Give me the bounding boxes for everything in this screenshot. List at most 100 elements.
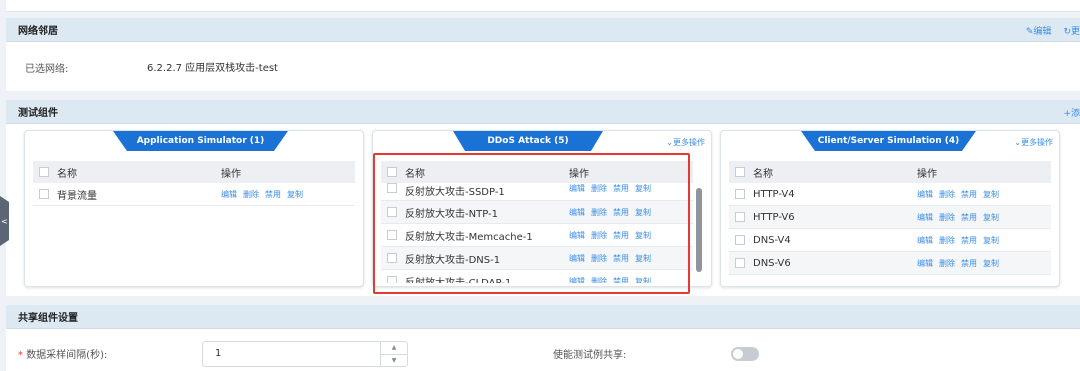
edit-button[interactable]: 编辑 xyxy=(569,276,585,284)
card-tab[interactable]: Client/Server Simulation (4) xyxy=(801,131,976,151)
component-name: DNS-V4 xyxy=(753,234,791,246)
ops-column-header: 操作 xyxy=(569,168,589,180)
disable-button[interactable]: 禁用 xyxy=(961,235,977,246)
refresh-network-button[interactable]: ↻更 xyxy=(1063,24,1080,37)
row-checkbox[interactable] xyxy=(387,207,397,217)
sampling-interval-value[interactable]: 1 xyxy=(215,348,221,359)
ops-column-header: 操作 xyxy=(917,168,937,180)
edit-button[interactable]: 编辑 xyxy=(569,183,585,194)
enable-share-label: 使能测试例共享: xyxy=(553,350,627,361)
chevron-left-icon: < xyxy=(1,216,8,226)
delete-button[interactable]: 删除 xyxy=(591,207,607,218)
delete-button[interactable]: 删除 xyxy=(939,235,955,246)
row-checkbox[interactable] xyxy=(735,189,745,199)
components-panel-header: 测试组件 xyxy=(6,100,1080,124)
disable-button[interactable]: 禁用 xyxy=(961,212,977,223)
row-checkbox[interactable] xyxy=(387,253,397,263)
increment-button[interactable]: ▲ xyxy=(381,342,407,355)
card-tab[interactable]: Application Simulator (1) xyxy=(113,131,288,151)
table-header: 名称 操作 xyxy=(33,161,355,183)
previous-panel-fragment xyxy=(6,0,1080,12)
sampling-interval-stepper[interactable]: 1 ▲ ▼ xyxy=(202,341,408,367)
edit-button[interactable]: 编辑 xyxy=(569,253,585,264)
disable-button[interactable]: 禁用 xyxy=(613,230,629,241)
network-panel-header: 网络邻居 xyxy=(6,18,1080,42)
delete-button[interactable]: 删除 xyxy=(591,183,607,194)
delete-button[interactable]: 删除 xyxy=(591,276,607,284)
copy-button[interactable]: 复制 xyxy=(983,189,999,200)
name-column-header: 名称 xyxy=(405,168,425,180)
delete-button[interactable]: 删除 xyxy=(243,189,259,200)
chevron-down-icon: ⌄ xyxy=(666,138,673,147)
row-checkbox[interactable] xyxy=(735,212,745,222)
component-name: 反射放大攻击-Memcache-1 xyxy=(405,231,533,243)
copy-button[interactable]: 复制 xyxy=(983,258,999,269)
delete-button[interactable]: 删除 xyxy=(939,258,955,269)
delete-button[interactable]: 删除 xyxy=(939,212,955,223)
ddos-scrollbar-thumb[interactable] xyxy=(696,188,702,272)
chevron-down-icon: ▼ xyxy=(391,356,397,364)
decrement-button[interactable]: ▼ xyxy=(381,355,407,367)
copy-button[interactable]: 复制 xyxy=(983,235,999,246)
table-header: 名称 操作 xyxy=(381,161,693,183)
copy-button[interactable]: 复制 xyxy=(635,207,651,218)
component-name: 背景流量 xyxy=(57,190,97,202)
table-row: 背景流量 编辑 删除 禁用 复制 xyxy=(33,183,355,206)
copy-button[interactable]: 复制 xyxy=(635,276,651,284)
delete-button[interactable]: 删除 xyxy=(591,253,607,264)
delete-button[interactable]: 删除 xyxy=(591,230,607,241)
edit-button[interactable]: 编辑 xyxy=(917,258,933,269)
delete-button[interactable]: 删除 xyxy=(939,189,955,200)
disable-button[interactable]: 禁用 xyxy=(961,189,977,200)
component-name: 反射放大攻击-DNS-1 xyxy=(405,254,501,266)
card-client-server-simulation: Client/Server Simulation (4) ⌄更多操作 名称 操作… xyxy=(720,130,1060,287)
selected-network-value: 6.2.2.7 应用层双栈攻击-test xyxy=(147,63,278,74)
copy-button[interactable]: 复制 xyxy=(287,189,303,200)
disable-button[interactable]: 禁用 xyxy=(613,207,629,218)
disable-button[interactable]: 禁用 xyxy=(265,189,281,200)
card-tab[interactable]: DDoS Attack (5) xyxy=(453,131,603,151)
network-panel: 网络邻居 ✎编辑 ↻更 已选网络: 6.2.2.7 应用层双栈攻击-test xyxy=(6,18,1080,91)
add-component-button[interactable]: +添 xyxy=(1063,106,1080,119)
table-row: 反射放大攻击-SSDP-1 编辑 删除 禁用 复制 xyxy=(381,183,693,201)
disable-button[interactable]: 禁用 xyxy=(613,276,629,284)
table-row: DNS-V6 编辑 删除 禁用 复制 xyxy=(729,252,1051,275)
copy-button[interactable]: 复制 xyxy=(635,230,651,241)
row-checkbox[interactable] xyxy=(387,230,397,240)
edit-button[interactable]: 编辑 xyxy=(917,189,933,200)
row-checkbox[interactable] xyxy=(735,258,745,268)
enable-share-toggle[interactable] xyxy=(731,347,759,361)
card-ddos-attack: DDoS Attack (5) ⌄更多操作 名称 操作 反射放大攻击-SSDP-… xyxy=(372,130,712,287)
more-operations-dropdown[interactable]: ⌄更多操作 xyxy=(666,137,705,148)
disable-button[interactable]: 禁用 xyxy=(613,183,629,194)
more-operations-dropdown[interactable]: ⌄更多操作 xyxy=(1014,137,1053,148)
edit-button[interactable]: 编辑 xyxy=(917,212,933,223)
ops-column-header: 操作 xyxy=(221,168,241,180)
edit-button[interactable]: 编辑 xyxy=(917,235,933,246)
select-all-checkbox[interactable] xyxy=(39,167,49,177)
copy-button[interactable]: 复制 xyxy=(635,183,651,194)
edit-network-button[interactable]: ✎编辑 xyxy=(1026,24,1052,37)
table-row: HTTP-V6 编辑 删除 禁用 复制 xyxy=(729,206,1051,229)
name-column-header: 名称 xyxy=(57,168,77,180)
disable-button[interactable]: 禁用 xyxy=(961,258,977,269)
row-checkbox[interactable] xyxy=(387,276,397,283)
edit-button[interactable]: 编辑 xyxy=(221,189,237,200)
table-row: 反射放大攻击-Memcache-1 编辑 删除 禁用 复制 xyxy=(381,224,693,247)
copy-button[interactable]: 复制 xyxy=(983,212,999,223)
sidebar-collapse-handle[interactable]: < xyxy=(0,196,9,246)
copy-button[interactable]: 复制 xyxy=(635,253,651,264)
edit-button[interactable]: 编辑 xyxy=(569,207,585,218)
share-panel-title: 共享组件设置 xyxy=(18,313,78,324)
row-checkbox[interactable] xyxy=(735,235,745,245)
row-checkbox[interactable] xyxy=(387,183,397,193)
component-name: HTTP-V4 xyxy=(753,188,795,200)
share-settings-panel: 共享组件设置 * 数据采样间隔(秒): 1 ▲ ▼ 使能测试例共享: xyxy=(6,305,1080,371)
disable-button[interactable]: 禁用 xyxy=(613,253,629,264)
row-checkbox[interactable] xyxy=(39,189,49,199)
chevron-up-icon: ▲ xyxy=(391,344,397,352)
components-panel-title: 测试组件 xyxy=(18,108,58,119)
edit-button[interactable]: 编辑 xyxy=(569,230,585,241)
select-all-checkbox[interactable] xyxy=(735,167,745,177)
select-all-checkbox[interactable] xyxy=(387,167,397,177)
